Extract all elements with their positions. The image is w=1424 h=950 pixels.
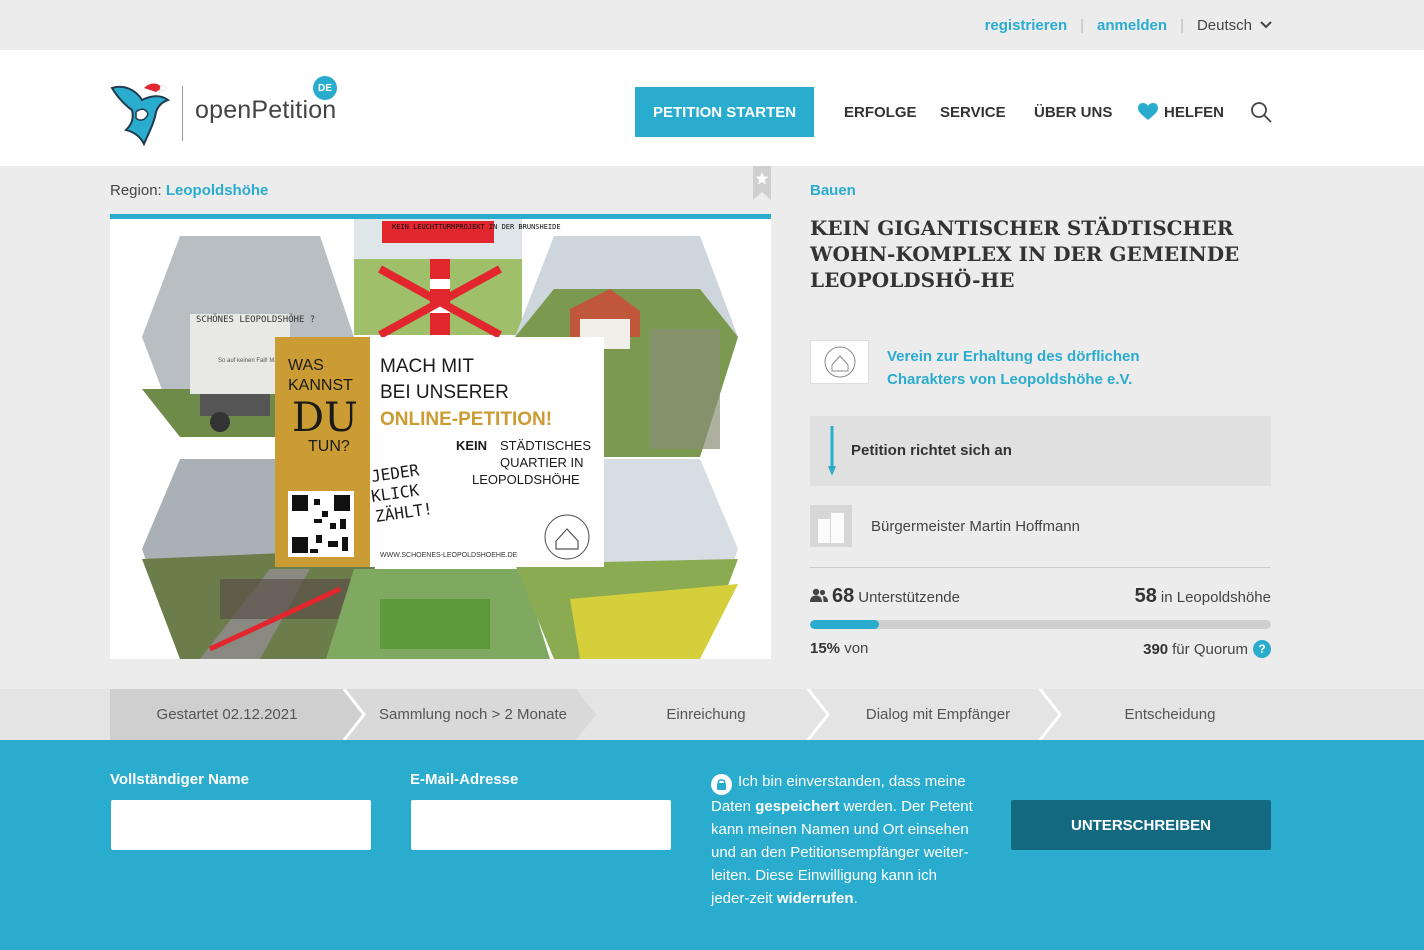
recipient-label: Petition richtet sich an (851, 442, 1012, 459)
openpetition-logo[interactable]: openPetition DE (110, 76, 340, 148)
quorum: 390 für Quorum ? (1143, 640, 1271, 658)
organization-logo (810, 340, 869, 384)
start-petition-button[interactable]: PETITION STARTEN (635, 87, 814, 137)
top-bar: registrieren | anmelden | Deutsch (0, 0, 1424, 50)
poster-sub-2: QUARTIER IN (500, 455, 584, 470)
email-label: E-Mail-Adresse (410, 771, 519, 788)
search-icon[interactable] (1250, 101, 1272, 123)
arrow-down-icon (828, 426, 836, 476)
heart-icon (1138, 103, 1158, 120)
step-collection: Sammlung noch > 2 Monate (378, 706, 568, 723)
poster-sub-3: LEOPOLDSHÖHE (472, 472, 580, 487)
poster-sub-1: STÄDTISCHES (500, 438, 591, 453)
petition-image: SCHÖNES LEOPOLDSHÖHE ? So auf keinen Fal… (110, 219, 771, 659)
category-link[interactable]: Bauen (810, 182, 856, 199)
site-header: openPetition DE PETITION STARTEN ERFOLGE… (0, 50, 1424, 166)
nav-erfolge[interactable]: ERFOLGE (844, 87, 917, 137)
region-line: Region: Leopoldshöhe (110, 182, 268, 199)
help-icon[interactable]: ? (1253, 640, 1271, 658)
poster-was: WAS (288, 357, 324, 374)
signature-form: Vollständiger Name E-Mail-Adresse Ich bi… (0, 740, 1424, 950)
poster-url: WWW.SCHOENES-LEOPOLDSHOEHE.DE (380, 552, 518, 559)
consent-part-3: . (853, 889, 858, 907)
name-label: Vollständiger Name (110, 771, 249, 788)
poster-tun: TUN? (308, 438, 350, 455)
nav-helfen-label: HELFEN (1164, 103, 1224, 121)
quorum-number: 390 (1143, 640, 1169, 658)
name-input[interactable] (111, 800, 371, 850)
supporters-label: Unterstützende (858, 589, 960, 606)
poster-banner-text: KEIN LEUCHTTURMPROJEKT IN DER BRUNSHEIDE (392, 223, 561, 231)
consent-revoke-link[interactable]: widerrufen (777, 890, 854, 907)
recipient-header: Petition richtet sich an (810, 416, 1271, 486)
progress-fill (810, 620, 880, 629)
lock-icon (711, 773, 732, 795)
language-label: Deutsch (1196, 16, 1252, 34)
country-badge: DE (313, 76, 337, 100)
email-input[interactable] (411, 800, 671, 850)
nav-service[interactable]: SERVICE (940, 87, 1006, 137)
account-links: registrieren | anmelden | Deutsch (985, 0, 1272, 50)
step-started: Gestartet 02.12.2021 (156, 706, 298, 723)
region-label: Region: (110, 182, 162, 199)
progress-percent: 15% von (810, 640, 868, 657)
bird-logo-icon (110, 83, 171, 146)
separator: | (1080, 16, 1085, 34)
recipient-name: Bürgermeister Martin Hoffmann (871, 517, 1080, 535)
sign-button[interactable]: UNTERSCHREIBEN (1011, 800, 1271, 850)
percent-suffix: von (844, 640, 869, 657)
login-link[interactable]: anmelden (1097, 17, 1167, 34)
petition-progress-steps: Gestartet 02.12.2021 Sammlung noch > 2 M… (0, 689, 1424, 740)
poster-sub-kein: KEIN (456, 438, 487, 453)
local-supporters: 58 in Leopoldshöhe (1135, 585, 1271, 608)
poster-headline-2: BEI UNSERER (380, 382, 509, 403)
step-submission: Einreichung (666, 706, 746, 723)
nav-helfen[interactable]: HELFEN (1138, 87, 1224, 137)
petition-title: KEIN GIGANTISCHER STÄDTISCHER WOHN-KOMPL… (810, 216, 1240, 292)
nav-ueber-uns[interactable]: ÜBER UNS (1034, 87, 1112, 137)
recipient: Bürgermeister Martin Hoffmann (810, 505, 1080, 547)
organization-name[interactable]: Verein zur Erhaltung des dörflichen Char… (887, 345, 1217, 391)
people-icon (810, 588, 828, 602)
chevron-down-icon (1260, 21, 1272, 29)
logo-divider (182, 86, 183, 141)
local-label: in Leopoldshöhe (1160, 589, 1271, 606)
petition-poster: SCHÖNES LEOPOLDSHÖHE ? So auf keinen Fal… (142, 219, 738, 659)
poster-sign-text: SCHÖNES LEOPOLDSHÖHE ? (196, 314, 315, 325)
step-decision: Entscheidung (1124, 706, 1216, 723)
petitioner[interactable]: Verein zur Erhaltung des dörflichen Char… (810, 340, 1217, 391)
language-select[interactable]: Deutsch (1197, 17, 1272, 34)
poster-headline-1: MACH MIT (380, 356, 474, 377)
organization-seal-icon (824, 346, 855, 378)
poster-headline-3: ONLINE-PETITION! (380, 409, 552, 430)
quorum-label: für Quorum (1172, 640, 1248, 658)
region-link[interactable]: Leopoldshöhe (166, 182, 269, 199)
supporters-count: 68 Unterstützende (810, 585, 960, 608)
step-dialog: Dialog mit Empfänger (865, 706, 1011, 723)
poster-kannst: KANNST (288, 377, 353, 394)
divider (810, 567, 1271, 568)
local-number: 58 (1134, 585, 1157, 607)
poster-du: DU (292, 395, 358, 441)
percent-value: 15% (810, 640, 841, 657)
supporters-number: 68 (832, 585, 855, 607)
consent-stored-link[interactable]: gespeichert (755, 798, 839, 815)
consent-text: Ich bin einverstanden, dass meine Daten … (711, 770, 976, 910)
register-link[interactable]: registrieren (985, 17, 1068, 34)
building-icon (810, 505, 852, 547)
bookmark-star-icon[interactable] (753, 166, 771, 200)
separator: | (1180, 16, 1184, 34)
progress-bar (810, 620, 1271, 629)
logo-wordmark: openPetition (195, 96, 337, 124)
